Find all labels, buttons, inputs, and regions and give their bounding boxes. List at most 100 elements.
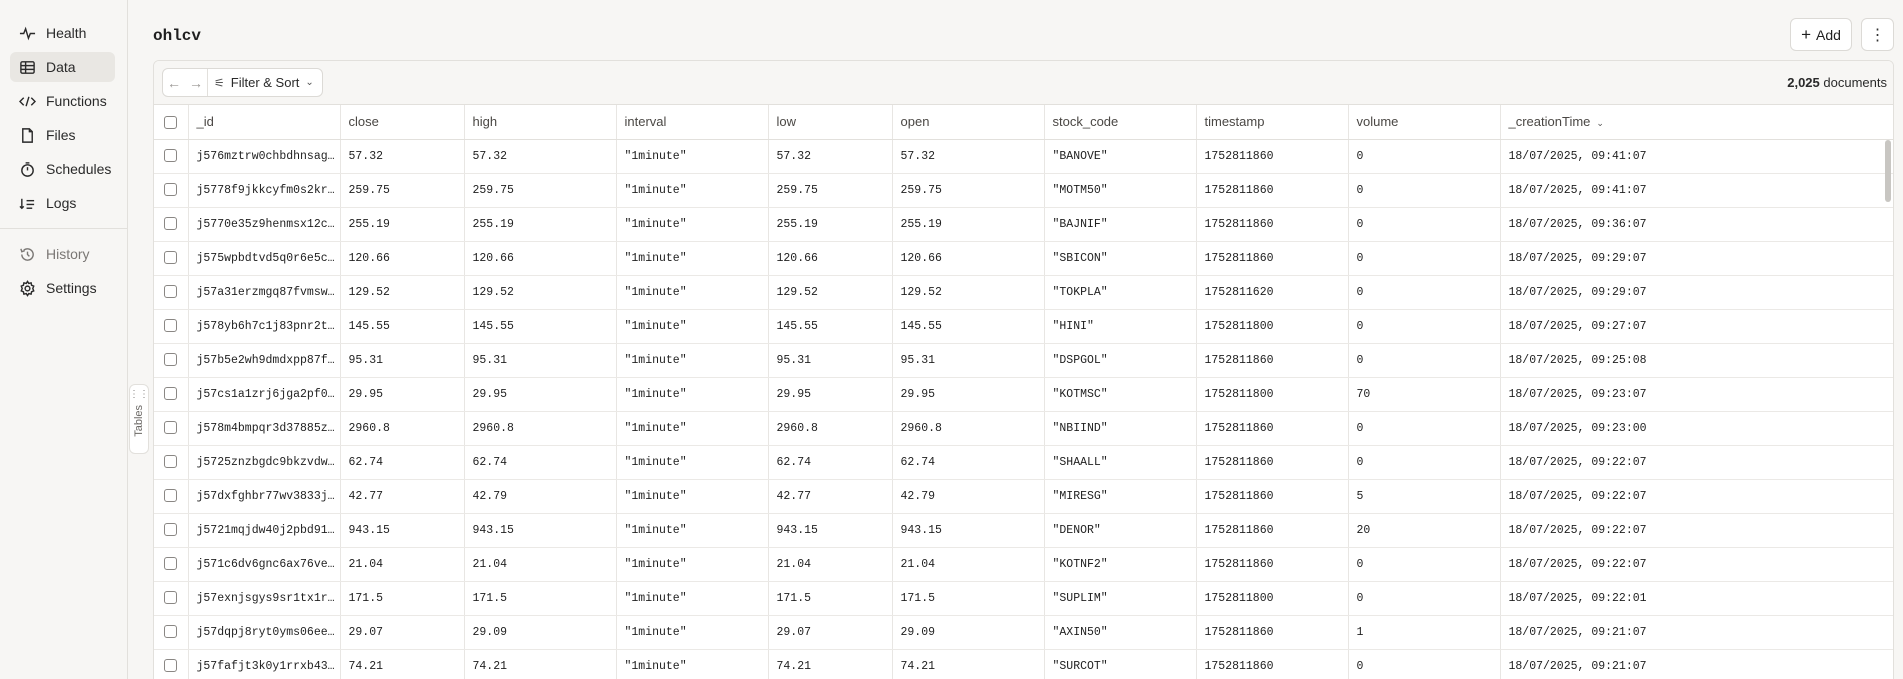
open-cell[interactable]: 259.75 — [892, 173, 1045, 208]
column-header-interval[interactable]: interval — [616, 105, 769, 140]
column-header-timestamp[interactable]: timestamp — [1196, 105, 1349, 140]
sort-chevron-down-icon[interactable]: ⌄ — [1596, 118, 1604, 128]
timestamp-cell[interactable]: 1752811860 — [1196, 139, 1349, 174]
close-cell[interactable]: 95.31 — [340, 343, 465, 378]
id-cell[interactable]: j578m4bmpqr3d37885z… — [188, 411, 341, 446]
creation-time-cell[interactable]: 18/07/2025, 09:22:07 — [1500, 547, 1893, 582]
interval-cell[interactable]: "1minute" — [616, 581, 769, 616]
open-cell[interactable]: 29.95 — [892, 377, 1045, 412]
high-cell[interactable]: 95.31 — [464, 343, 617, 378]
high-cell[interactable]: 145.55 — [464, 309, 617, 344]
column-header-volume[interactable]: volume — [1348, 105, 1501, 140]
close-cell[interactable]: 171.5 — [340, 581, 465, 616]
creation-time-cell[interactable]: 18/07/2025, 09:41:07 — [1500, 173, 1893, 208]
close-cell[interactable]: 255.19 — [340, 207, 465, 242]
volume-cell[interactable]: 0 — [1348, 207, 1501, 242]
id-cell[interactable]: j5778f9jkkcyfm0s2kr… — [188, 173, 341, 208]
id-cell[interactable]: j578yb6h7c1j83pnr2t… — [188, 309, 341, 344]
interval-cell[interactable]: "1minute" — [616, 343, 769, 378]
high-cell[interactable]: 943.15 — [464, 513, 617, 548]
row-checkbox[interactable] — [164, 489, 178, 503]
table-row[interactable]: j575wpbdtvd5q0r6e5c… 120.66 120.66 "1minute… — [154, 241, 1893, 276]
column-header-_id[interactable]: _id — [188, 105, 341, 140]
sidebar-item-logs[interactable]: Logs — [10, 188, 115, 218]
arrow-right-icon[interactable]: → — [185, 75, 207, 91]
stock-code-cell[interactable]: "BAJNIF" — [1044, 207, 1197, 242]
row-checkbox[interactable] — [164, 319, 178, 333]
low-cell[interactable]: 120.66 — [768, 241, 893, 276]
interval-cell[interactable]: "1minute" — [616, 649, 769, 679]
volume-cell[interactable]: 5 — [1348, 479, 1501, 514]
high-cell[interactable]: 171.5 — [464, 581, 617, 616]
high-cell[interactable]: 2960.8 — [464, 411, 617, 446]
column-header-_creationTime[interactable]: _creationTime ⌄ — [1500, 105, 1893, 140]
close-cell[interactable]: 259.75 — [340, 173, 465, 208]
timestamp-cell[interactable]: 1752811800 — [1196, 377, 1349, 412]
low-cell[interactable]: 129.52 — [768, 275, 893, 310]
volume-cell[interactable]: 1 — [1348, 615, 1501, 650]
volume-cell[interactable]: 0 — [1348, 547, 1501, 582]
stock-code-cell[interactable]: "KOTMSC" — [1044, 377, 1197, 412]
creation-time-cell[interactable]: 18/07/2025, 09:27:07 — [1500, 309, 1893, 344]
id-cell[interactable]: j5725znzbgdc9bkzvdw… — [188, 445, 341, 480]
creation-time-cell[interactable]: 18/07/2025, 09:22:07 — [1500, 479, 1893, 514]
low-cell[interactable]: 259.75 — [768, 173, 893, 208]
open-cell[interactable]: 21.04 — [892, 547, 1045, 582]
close-cell[interactable]: 2960.8 — [340, 411, 465, 446]
open-cell[interactable]: 120.66 — [892, 241, 1045, 276]
row-checkbox[interactable] — [164, 659, 178, 673]
row-checkbox[interactable] — [164, 251, 178, 265]
timestamp-cell[interactable]: 1752811860 — [1196, 445, 1349, 480]
low-cell[interactable]: 171.5 — [768, 581, 893, 616]
volume-cell[interactable]: 0 — [1348, 275, 1501, 310]
low-cell[interactable]: 42.77 — [768, 479, 893, 514]
table-row[interactable]: j578m4bmpqr3d37885z… 2960.8 2960.8 "1minute… — [154, 411, 1893, 446]
interval-cell[interactable]: "1minute" — [616, 241, 769, 276]
timestamp-cell[interactable]: 1752811860 — [1196, 547, 1349, 582]
close-cell[interactable]: 29.07 — [340, 615, 465, 650]
open-cell[interactable]: 42.79 — [892, 479, 1045, 514]
open-cell[interactable]: 943.15 — [892, 513, 1045, 548]
column-header-stock_code[interactable]: stock_code — [1044, 105, 1197, 140]
creation-time-cell[interactable]: 18/07/2025, 09:25:08 — [1500, 343, 1893, 378]
close-cell[interactable]: 129.52 — [340, 275, 465, 310]
creation-time-cell[interactable]: 18/07/2025, 09:36:07 — [1500, 207, 1893, 242]
open-cell[interactable]: 95.31 — [892, 343, 1045, 378]
volume-cell[interactable]: 0 — [1348, 173, 1501, 208]
low-cell[interactable]: 943.15 — [768, 513, 893, 548]
table-row[interactable]: j57dqpj8ryt0yms06ee… 29.07 29.09 "1minute" 2… — [154, 615, 1893, 650]
volume-cell[interactable]: 0 — [1348, 411, 1501, 446]
close-cell[interactable]: 29.95 — [340, 377, 465, 412]
stock-code-cell[interactable]: "NBIIND" — [1044, 411, 1197, 446]
low-cell[interactable]: 57.32 — [768, 139, 893, 174]
stock-code-cell[interactable]: "SBICON" — [1044, 241, 1197, 276]
volume-cell[interactable]: 70 — [1348, 377, 1501, 412]
sidebar-item-history[interactable]: History — [10, 239, 115, 269]
interval-cell[interactable]: "1minute" — [616, 377, 769, 412]
low-cell[interactable]: 62.74 — [768, 445, 893, 480]
interval-cell[interactable]: "1minute" — [616, 309, 769, 344]
low-cell[interactable]: 145.55 — [768, 309, 893, 344]
row-checkbox[interactable] — [164, 523, 178, 537]
table-row[interactable]: j5770e35z9henmsx12c… 255.19 255.19 "1minute… — [154, 207, 1893, 242]
arrow-left-icon[interactable]: ← — [163, 75, 185, 91]
close-cell[interactable]: 120.66 — [340, 241, 465, 276]
more-options-button[interactable]: ⋮ — [1861, 18, 1894, 51]
timestamp-cell[interactable]: 1752811860 — [1196, 241, 1349, 276]
close-cell[interactable]: 145.55 — [340, 309, 465, 344]
low-cell[interactable]: 2960.8 — [768, 411, 893, 446]
timestamp-cell[interactable]: 1752811860 — [1196, 343, 1349, 378]
stock-code-cell[interactable]: "HINI" — [1044, 309, 1197, 344]
open-cell[interactable]: 2960.8 — [892, 411, 1045, 446]
volume-cell[interactable]: 0 — [1348, 445, 1501, 480]
volume-cell[interactable]: 0 — [1348, 649, 1501, 679]
stock-code-cell[interactable]: "SUPLIM" — [1044, 581, 1197, 616]
column-header-low[interactable]: low — [768, 105, 893, 140]
timestamp-cell[interactable]: 1752811860 — [1196, 513, 1349, 548]
timestamp-cell[interactable]: 1752811620 — [1196, 275, 1349, 310]
table-row[interactable]: j571c6dv6gnc6ax76ve… 21.04 21.04 "1minute" 2… — [154, 547, 1893, 582]
row-checkbox[interactable] — [164, 183, 178, 197]
timestamp-cell[interactable]: 1752811800 — [1196, 581, 1349, 616]
stock-code-cell[interactable]: "DSPGOL" — [1044, 343, 1197, 378]
row-checkbox[interactable] — [164, 217, 178, 231]
